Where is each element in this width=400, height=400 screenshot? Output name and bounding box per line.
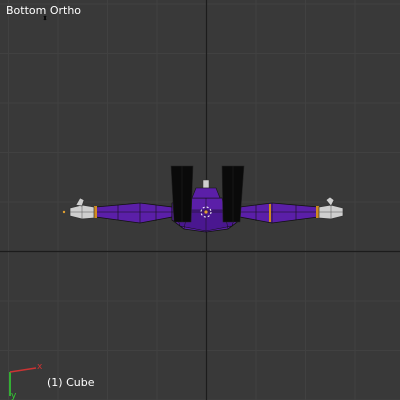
axis-gizmo[interactable]: x y <box>0 358 50 400</box>
gizmo-y-axis <box>9 367 37 373</box>
view-name-label: Bottom Ortho <box>6 4 82 17</box>
right-hand[interactable] <box>318 196 344 220</box>
gizmo-x-label: x <box>37 362 43 372</box>
left-hand[interactable] <box>69 197 95 220</box>
right-leg[interactable] <box>221 165 245 223</box>
gizmo-y-label: y <box>11 391 17 400</box>
right-arm[interactable] <box>239 202 319 224</box>
active-object-label: (1) Cube <box>47 376 95 389</box>
left-leg[interactable] <box>170 165 194 223</box>
left-arm[interactable] <box>94 202 173 224</box>
3d-viewport[interactable]: Bottom Ortho x y (1) Cube <box>0 0 400 400</box>
character-model[interactable] <box>0 0 400 400</box>
